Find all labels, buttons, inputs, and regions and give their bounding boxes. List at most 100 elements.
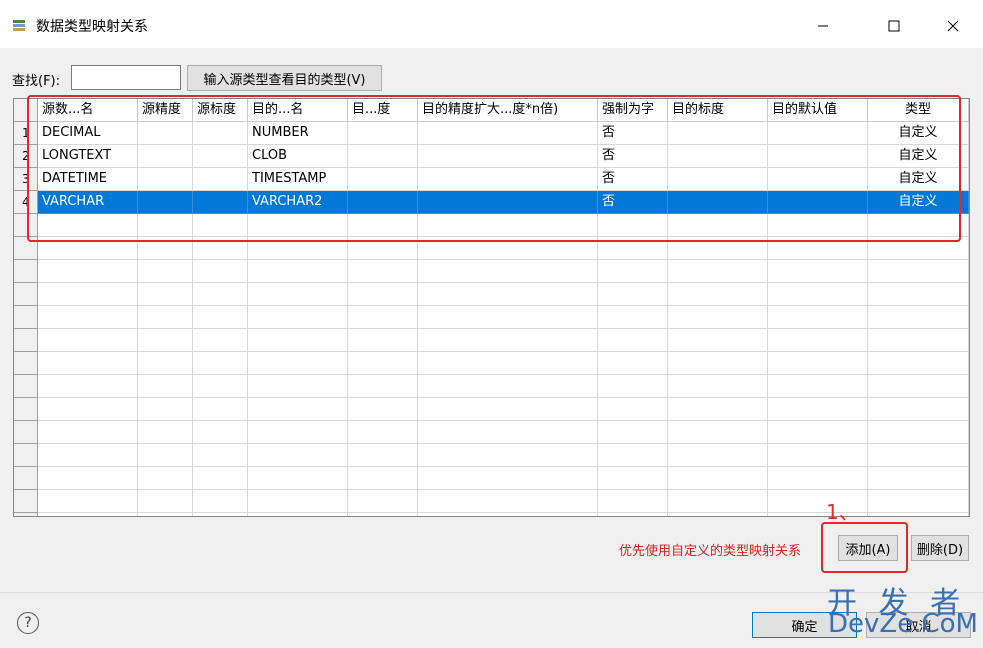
table-cell[interactable]	[138, 467, 193, 490]
table-cell[interactable]	[668, 398, 768, 421]
table-cell[interactable]	[38, 352, 138, 375]
table-cell[interactable]	[668, 260, 768, 283]
row-number[interactable]	[14, 306, 38, 329]
table-cell[interactable]	[348, 329, 418, 352]
table-row[interactable]	[14, 421, 969, 444]
table-cell[interactable]	[768, 329, 868, 352]
table-cell[interactable]	[668, 490, 768, 513]
table-cell[interactable]	[138, 306, 193, 329]
close-button[interactable]	[930, 8, 976, 44]
table-cell[interactable]	[348, 444, 418, 467]
table-row[interactable]	[14, 352, 969, 375]
table-cell[interactable]	[868, 306, 969, 329]
table-cell[interactable]	[248, 375, 348, 398]
table-row[interactable]	[14, 283, 969, 306]
table-cell[interactable]	[248, 513, 348, 516]
table-cell[interactable]	[598, 398, 668, 421]
table-cell[interactable]	[138, 398, 193, 421]
row-number[interactable]	[14, 375, 38, 398]
table-cell[interactable]	[868, 421, 969, 444]
table-cell[interactable]	[193, 490, 248, 513]
row-number[interactable]	[14, 467, 38, 490]
table-cell[interactable]	[418, 444, 598, 467]
table-cell[interactable]	[38, 329, 138, 352]
table-cell[interactable]	[248, 260, 348, 283]
table-cell[interactable]	[868, 352, 969, 375]
table-cell[interactable]	[768, 283, 868, 306]
table-cell[interactable]	[138, 283, 193, 306]
table-cell[interactable]	[418, 490, 598, 513]
table-cell[interactable]	[248, 306, 348, 329]
table-cell[interactable]	[38, 421, 138, 444]
row-number[interactable]	[14, 490, 38, 513]
table-cell[interactable]	[193, 329, 248, 352]
table-row[interactable]	[14, 375, 969, 398]
table-cell[interactable]	[348, 260, 418, 283]
table-row[interactable]	[14, 329, 969, 352]
table-row[interactable]	[14, 306, 969, 329]
table-cell[interactable]	[868, 260, 969, 283]
table-cell[interactable]	[348, 513, 418, 516]
table-cell[interactable]	[348, 375, 418, 398]
table-cell[interactable]	[138, 444, 193, 467]
table-cell[interactable]	[138, 375, 193, 398]
table-cell[interactable]	[138, 260, 193, 283]
minimize-button[interactable]	[800, 8, 846, 44]
table-cell[interactable]	[38, 283, 138, 306]
table-cell[interactable]	[248, 421, 348, 444]
delete-button[interactable]: 删除(D)	[911, 535, 969, 561]
table-cell[interactable]	[598, 444, 668, 467]
table-cell[interactable]	[768, 306, 868, 329]
table-cell[interactable]	[248, 283, 348, 306]
table-cell[interactable]	[768, 398, 868, 421]
table-cell[interactable]	[418, 260, 598, 283]
table-cell[interactable]	[38, 444, 138, 467]
table-cell[interactable]	[598, 352, 668, 375]
table-cell[interactable]	[418, 329, 598, 352]
table-cell[interactable]	[248, 329, 348, 352]
table-cell[interactable]	[348, 352, 418, 375]
table-cell[interactable]	[193, 306, 248, 329]
table-cell[interactable]	[598, 467, 668, 490]
table-cell[interactable]	[348, 490, 418, 513]
row-number[interactable]	[14, 513, 38, 516]
table-row[interactable]	[14, 467, 969, 490]
find-input[interactable]	[71, 65, 181, 90]
table-cell[interactable]	[38, 306, 138, 329]
row-number[interactable]	[14, 398, 38, 421]
table-cell[interactable]	[138, 329, 193, 352]
table-cell[interactable]	[348, 421, 418, 444]
table-cell[interactable]	[768, 421, 868, 444]
table-cell[interactable]	[193, 421, 248, 444]
table-cell[interactable]	[668, 375, 768, 398]
table-cell[interactable]	[138, 490, 193, 513]
table-cell[interactable]	[418, 421, 598, 444]
table-cell[interactable]	[348, 467, 418, 490]
table-cell[interactable]	[38, 513, 138, 516]
table-cell[interactable]	[193, 283, 248, 306]
table-cell[interactable]	[38, 375, 138, 398]
row-number[interactable]	[14, 444, 38, 467]
table-cell[interactable]	[668, 513, 768, 516]
table-cell[interactable]	[193, 467, 248, 490]
table-cell[interactable]	[38, 467, 138, 490]
table-cell[interactable]	[598, 329, 668, 352]
table-cell[interactable]	[193, 444, 248, 467]
table-cell[interactable]	[248, 490, 348, 513]
table-cell[interactable]	[868, 513, 969, 516]
table-cell[interactable]	[348, 306, 418, 329]
table-cell[interactable]	[248, 467, 348, 490]
table-cell[interactable]	[598, 306, 668, 329]
row-number[interactable]	[14, 352, 38, 375]
table-row[interactable]	[14, 398, 969, 421]
table-cell[interactable]	[598, 375, 668, 398]
table-cell[interactable]	[868, 283, 969, 306]
table-cell[interactable]	[138, 513, 193, 516]
table-cell[interactable]	[248, 352, 348, 375]
table-cell[interactable]	[193, 398, 248, 421]
table-cell[interactable]	[418, 375, 598, 398]
table-cell[interactable]	[348, 283, 418, 306]
table-cell[interactable]	[418, 513, 598, 516]
table-cell[interactable]	[38, 490, 138, 513]
table-cell[interactable]	[418, 352, 598, 375]
